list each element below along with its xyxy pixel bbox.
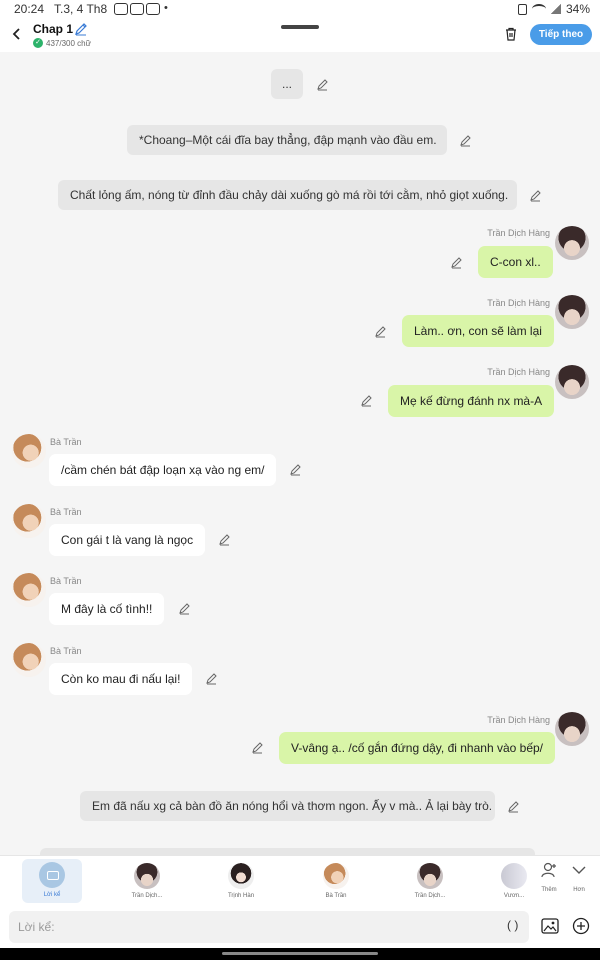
status-dot: • — [164, 2, 168, 14]
avatar — [228, 863, 254, 889]
battery-saver-icon — [517, 3, 527, 15]
speaker-name: Trần Dịch Hàng — [487, 715, 550, 725]
character-label: Trần Dịch... — [414, 893, 446, 899]
image-icon[interactable] — [541, 918, 559, 934]
message-bubble[interactable]: Con gái t là vang là ngọc — [49, 524, 206, 556]
app-header: Chap 1 ✓ 437/300 chữ Tiếp theo — [0, 18, 600, 52]
edit-pencil-icon[interactable] — [529, 189, 542, 202]
avatar — [417, 863, 443, 889]
edit-pencil-icon[interactable] — [450, 256, 463, 269]
chevron-down-icon — [572, 866, 586, 874]
home-gesture-pill[interactable] — [222, 952, 378, 955]
wifi-icon — [531, 4, 546, 14]
edit-pencil-icon[interactable] — [459, 134, 472, 147]
avatar[interactable] — [12, 643, 46, 677]
status-bar: 20:24 T.3, 4 Th8 • 34% — [0, 0, 600, 18]
signal-icon — [550, 4, 561, 14]
character-label: Bà Trần — [325, 893, 347, 899]
narration-bubble[interactable]: ... — [271, 69, 303, 99]
back-icon[interactable] — [10, 27, 24, 41]
message-bubble[interactable]: Làm.. ơn, con sẽ làm lại — [402, 315, 554, 347]
narration-bubble-partial[interactable] — [40, 848, 535, 855]
character-tran-dich-hang[interactable]: Trần Dịch... — [117, 860, 177, 899]
character-label: Trịnh Hàn — [227, 893, 255, 899]
status-right: 34% — [517, 2, 590, 16]
message-bubble[interactable]: /cầm chén bát đập loạn xạ vào ng em/ — [49, 454, 277, 486]
speaker-name: Trần Dịch Hàng — [487, 298, 550, 308]
add-label: Thêm — [541, 887, 557, 893]
edit-pencil-icon[interactable] — [507, 800, 520, 813]
app-notification-icon — [130, 3, 144, 15]
character-vuong[interactable]: Vươn... — [500, 860, 528, 899]
message-bubble[interactable]: Mẹ kế đừng đánh nx mà-A — [388, 385, 555, 417]
avatar[interactable] — [12, 573, 46, 607]
character-label: Lời kể — [43, 892, 61, 898]
edit-pencil-icon[interactable] — [374, 325, 387, 338]
avatar[interactable] — [555, 712, 589, 746]
char-count: ✓ 437/300 chữ — [33, 38, 91, 48]
speaker-name: Trần Dịch Hàng — [487, 367, 550, 377]
status-date: T.3, 4 Th8 — [54, 2, 108, 16]
speaker-name: Bà Trần — [50, 437, 82, 447]
plus-circle-icon[interactable] — [572, 917, 590, 935]
char-count-text: 437/300 chữ — [46, 38, 91, 48]
avatar[interactable] — [555, 365, 589, 399]
narration-icon — [39, 862, 65, 888]
next-button[interactable]: Tiếp theo — [530, 24, 592, 45]
character-selector: Lời kể Trần Dịch... Trịnh Hàn Bà Trần Tr… — [0, 855, 600, 906]
message-bubble[interactable]: C-con xl.. — [478, 246, 553, 278]
avatar — [134, 863, 160, 889]
input-placeholder: Lời kể: — [18, 920, 55, 934]
chapter-title[interactable]: Chap 1 — [33, 22, 73, 36]
edit-pencil-icon[interactable] — [218, 533, 231, 546]
more-label: Hơn — [573, 887, 585, 893]
character-ba-tran[interactable]: Bà Trần — [306, 860, 366, 899]
speaker-name: Bà Trần — [50, 646, 82, 656]
action-parentheses-button[interactable]: ( ) — [507, 918, 518, 932]
speaker-name: Trần Dịch Hàng — [487, 228, 550, 238]
avatar — [501, 863, 527, 889]
narration-bubble[interactable]: Em đã nấu xg cả bàn đồ ăn nóng hổi và th… — [80, 791, 495, 821]
system-nav-bar — [0, 948, 600, 960]
chat-area[interactable]: ... *Choang–Một cái đĩa bay thẳng, đập m… — [0, 52, 600, 855]
edit-pencil-icon[interactable] — [205, 672, 218, 685]
drag-handle[interactable] — [281, 25, 319, 29]
message-input[interactable]: Lời kể: ( ) — [9, 911, 529, 943]
speaker-name: Bà Trần — [50, 576, 82, 586]
speaker-name: Bà Trần — [50, 507, 82, 517]
status-time: 20:24 — [14, 2, 45, 16]
narration-bubble[interactable]: *Choang–Một cái đĩa bay thẳng, đập mạnh … — [127, 125, 447, 155]
trash-icon[interactable] — [503, 26, 519, 42]
edit-pencil-icon[interactable] — [178, 602, 191, 615]
character-label: Trần Dịch... — [131, 893, 163, 899]
notification-icons — [114, 3, 160, 15]
avatar[interactable] — [12, 504, 46, 538]
edit-pencil-icon[interactable] — [316, 78, 329, 91]
avatar — [323, 863, 349, 889]
message-bubble[interactable]: V-vâng ạ.. /cố gắn đứng dậy, đi nhanh và… — [279, 732, 555, 764]
message-bubble[interactable]: M đây là cố tình!! — [49, 593, 165, 625]
add-person-icon — [541, 862, 556, 878]
app-notification-icon — [114, 3, 128, 15]
character-narrator[interactable]: Lời kể — [22, 859, 82, 903]
avatar[interactable] — [555, 295, 589, 329]
more-button[interactable]: Hơn — [565, 861, 593, 893]
input-bar: Lời kể: ( ) — [0, 906, 600, 948]
edit-pencil-icon[interactable] — [251, 741, 264, 754]
edit-pencil-icon[interactable] — [289, 463, 302, 476]
character-tran-dich-2[interactable]: Trần Dịch... — [400, 860, 460, 899]
check-icon: ✓ — [33, 38, 43, 48]
add-character-button[interactable]: Thêm — [535, 861, 563, 893]
character-label: Vươn... — [503, 893, 525, 899]
battery-level: 34% — [565, 2, 590, 16]
message-bubble[interactable]: Còn ko mau đi nấu lại! — [49, 663, 193, 695]
avatar[interactable] — [555, 226, 589, 260]
edit-title-icon[interactable] — [74, 22, 88, 36]
app-notification-icon — [146, 3, 160, 15]
edit-pencil-icon[interactable] — [360, 394, 373, 407]
character-trinh-han[interactable]: Trịnh Hàn — [211, 860, 271, 899]
narration-bubble[interactable]: Chất lỏng ấm, nóng từ đỉnh đầu chảy dài … — [58, 180, 517, 210]
avatar[interactable] — [12, 434, 46, 468]
